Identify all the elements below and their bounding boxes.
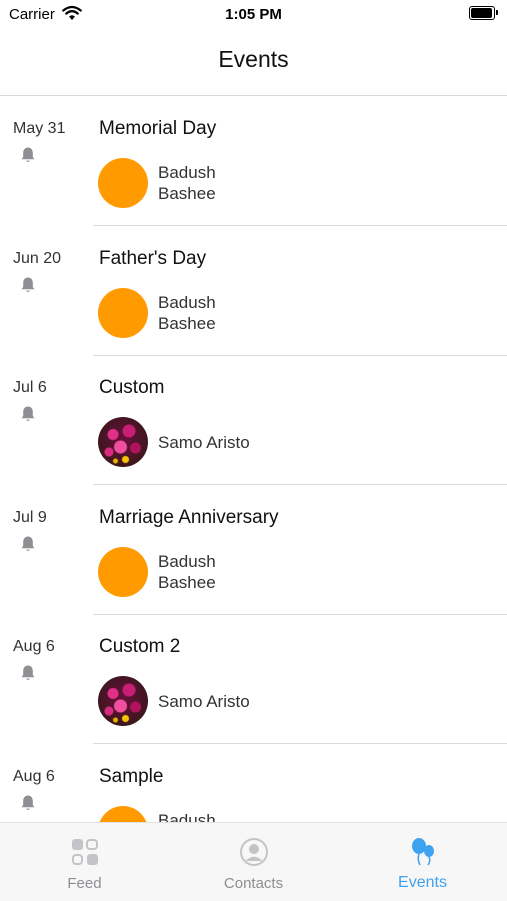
tab-label: Feed — [67, 875, 102, 892]
bell-icon[interactable] — [20, 664, 36, 682]
grid-icon — [71, 839, 98, 865]
event-date: Aug 6 — [13, 638, 55, 655]
tab-events[interactable]: Events — [338, 823, 507, 901]
person-name: Badush Bashee — [158, 163, 216, 203]
person-name: Samo Aristo — [158, 692, 250, 711]
bell-icon[interactable] — [20, 146, 36, 164]
event-row[interactable]: Jun 20 Father's Day Badush Bashee — [0, 226, 507, 356]
page-title: Events — [218, 46, 289, 72]
avatar[interactable] — [98, 158, 148, 208]
person-name: Badush Bashee — [158, 293, 216, 333]
event-date: Jul 9 — [13, 509, 47, 526]
tab-bar: Feed Contacts Events — [0, 822, 507, 901]
navigation-bar: Events — [0, 30, 507, 96]
bell-icon[interactable] — [20, 276, 36, 294]
event-title: Custom — [99, 377, 165, 398]
clock: 1:05 PM — [225, 6, 282, 23]
balloons-icon — [411, 838, 434, 866]
avatar[interactable] — [98, 806, 148, 822]
status-bar: Carrier 1:05 PM — [0, 0, 507, 30]
tab-label: Contacts — [223, 875, 284, 892]
avatar[interactable] — [98, 288, 148, 338]
bell-icon[interactable] — [20, 794, 36, 812]
event-row[interactable]: Aug 6 Custom 2 Samo Aristo — [0, 614, 507, 744]
tab-contacts[interactable]: Contacts — [169, 823, 338, 901]
event-title: Father's Day — [99, 248, 207, 269]
event-date: Jun 20 — [13, 250, 62, 267]
avatar[interactable] — [98, 676, 148, 726]
person-name: Samo Aristo — [158, 433, 250, 452]
person-name: Badush Bashee — [158, 811, 216, 822]
avatar[interactable] — [98, 417, 148, 467]
battery-icon — [469, 6, 498, 20]
event-row[interactable]: Aug 6 Sample Badush Bashee — [0, 744, 507, 822]
event-row[interactable]: Jul 9 Marriage Anniversary Badush Bashee — [0, 485, 507, 615]
event-row[interactable]: May 31 Memorial Day Badush Bashee — [0, 96, 507, 226]
person-icon — [239, 838, 268, 866]
event-title: Custom 2 — [99, 636, 181, 657]
event-list[interactable]: May 31 Memorial Day Badush Bashee Jun 20… — [0, 96, 507, 822]
event-date: Aug 6 — [13, 768, 55, 785]
event-row[interactable]: Jul 6 Custom Samo Aristo — [0, 355, 507, 485]
avatar[interactable] — [98, 547, 148, 597]
bell-icon[interactable] — [20, 535, 36, 553]
event-title: Memorial Day — [99, 118, 217, 139]
event-date: Jul 6 — [13, 379, 47, 396]
tab-label: Events — [398, 874, 447, 891]
event-title: Marriage Anniversary — [99, 507, 279, 528]
person-name: Badush Bashee — [158, 552, 216, 592]
event-title: Sample — [99, 766, 164, 787]
event-date: May 31 — [13, 120, 66, 137]
bell-icon[interactable] — [20, 405, 36, 423]
tab-feed[interactable]: Feed — [0, 823, 169, 901]
